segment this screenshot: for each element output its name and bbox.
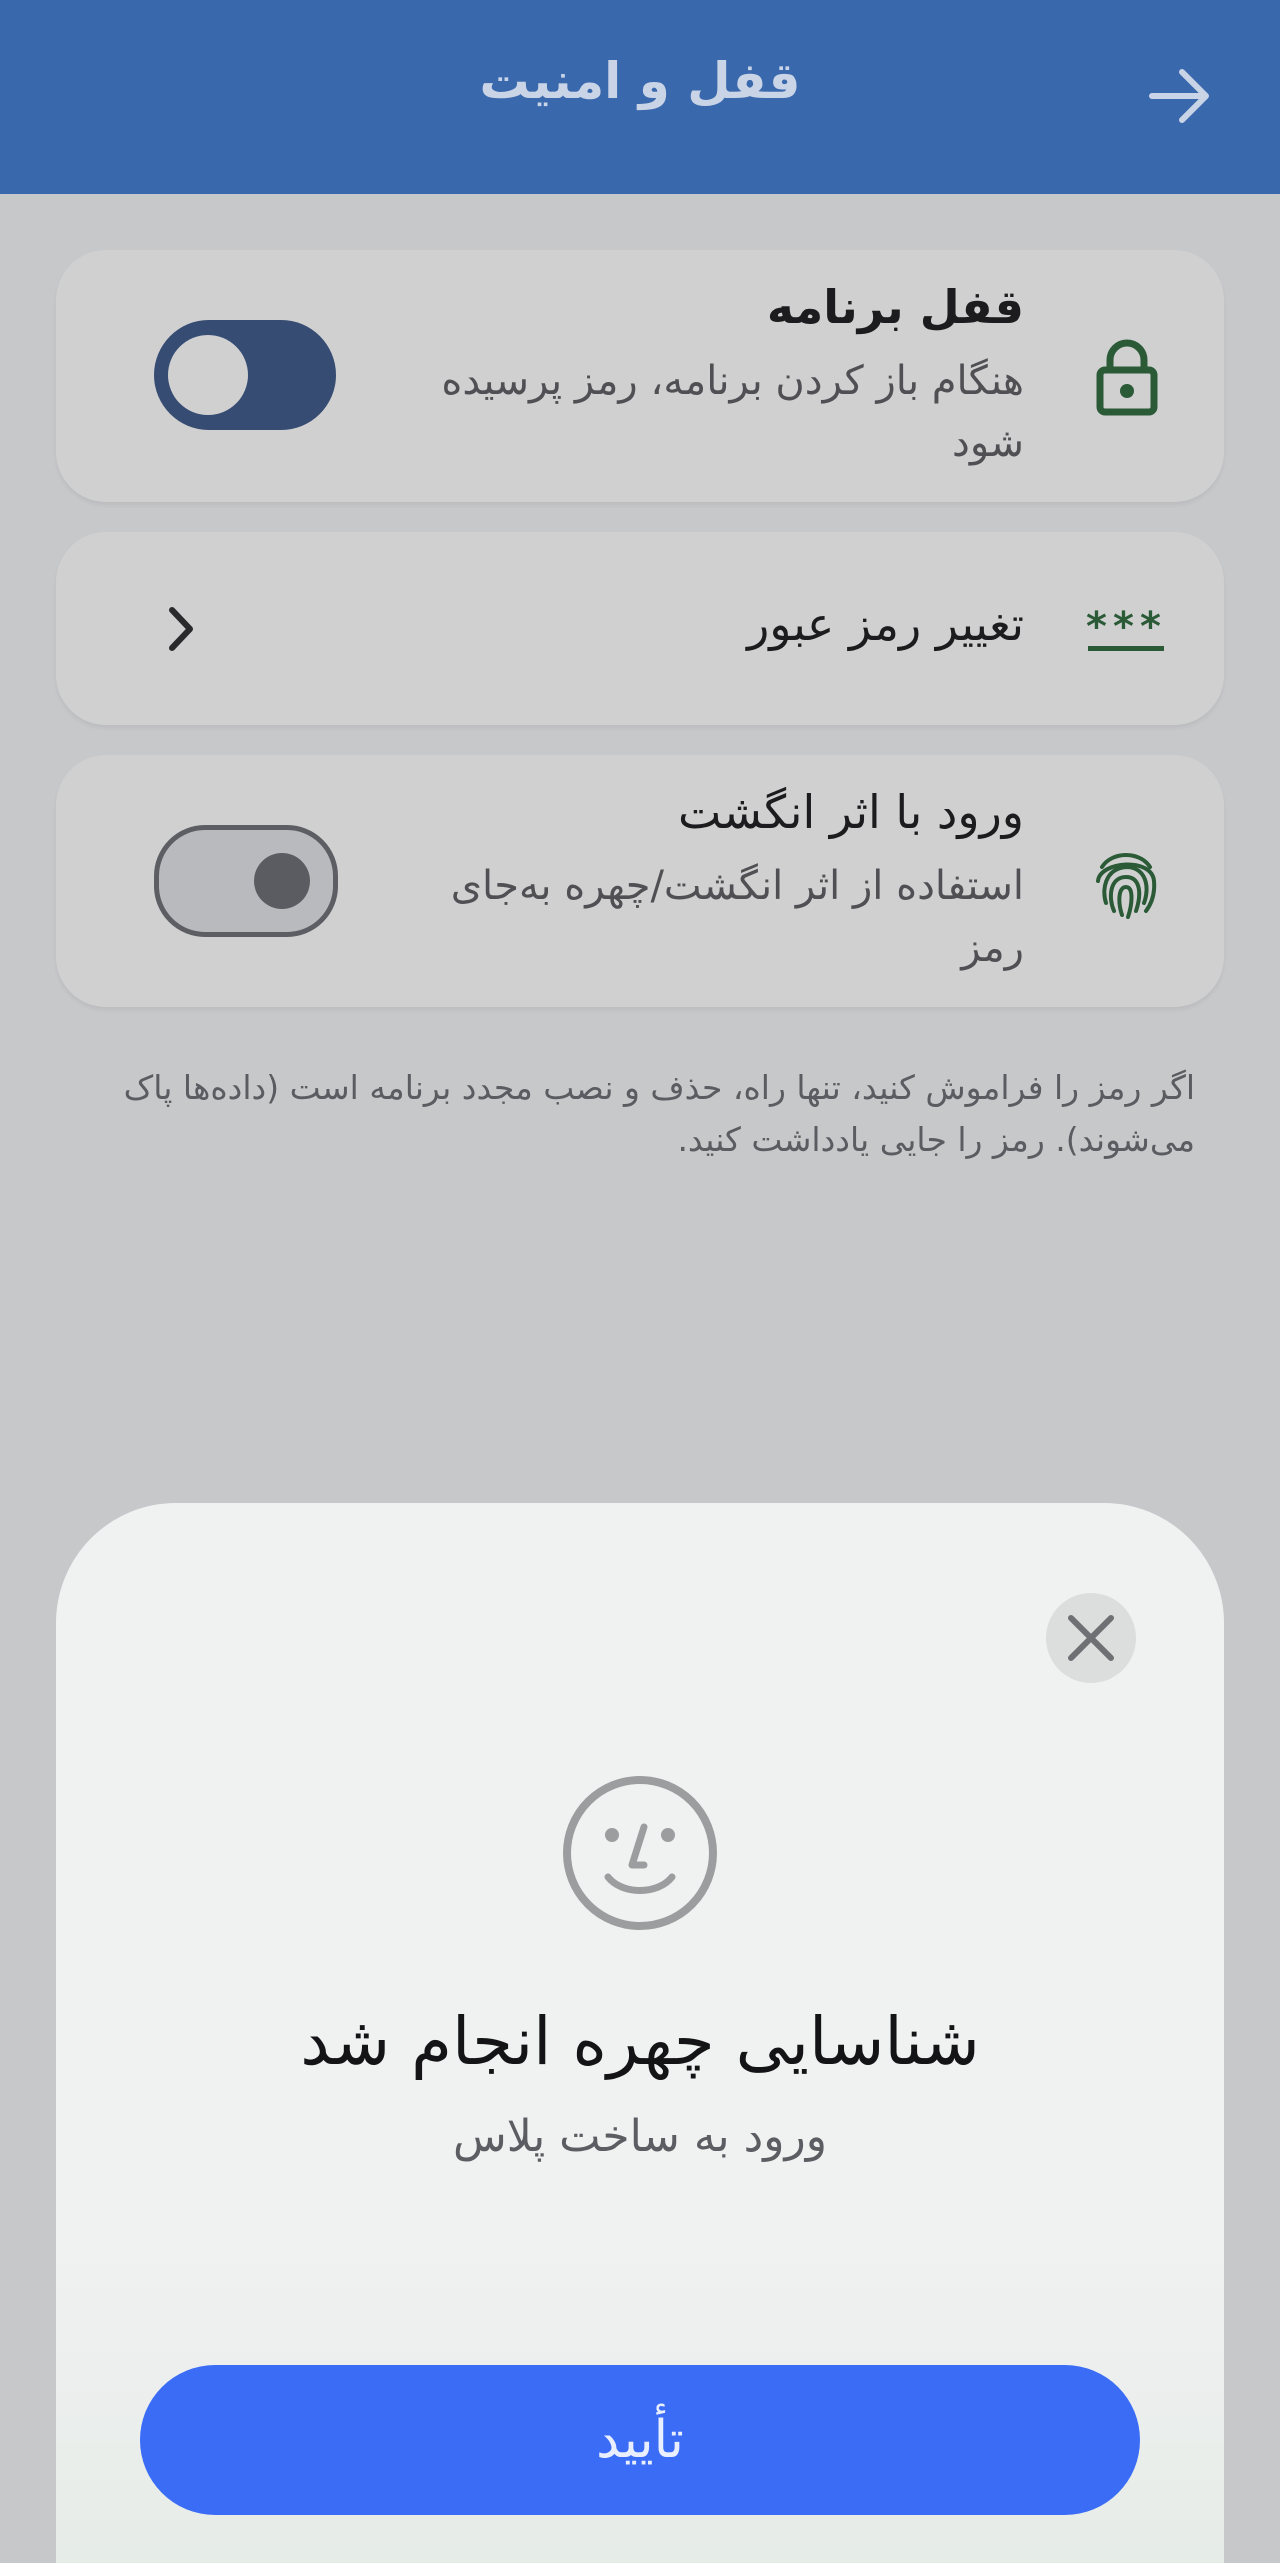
page-title: قفل و امنیت (479, 52, 801, 110)
app-lock-card[interactable]: قفل برنامه هنگام باز کردن برنامه، رمز پر… (56, 250, 1224, 502)
lock-icon (1096, 339, 1158, 416)
svg-text:*: * (1086, 604, 1107, 650)
app-lock-subtitle: هنگام باز کردن برنامه، رمز پرسیده شود (441, 358, 1024, 466)
password-warning-note: اگر رمز را فراموش کنید، تنها راه، حذف و … (123, 1068, 1195, 1159)
app-lock-toggle[interactable] (154, 320, 336, 430)
toggle-knob (168, 335, 248, 415)
sheet-title: شناسایی چهره انجام شد (300, 2003, 980, 2080)
fingerprint-title: ورود با اثر انگشت (678, 785, 1024, 839)
close-icon (1068, 1615, 1114, 1661)
fingerprint-card[interactable]: ورود با اثر انگشت استفاده از اثر انگشت/چ… (56, 755, 1224, 1007)
fingerprint-subtitle: استفاده از اثر انگشت/چهره به‌جای رمز (450, 863, 1024, 971)
face-recognition-sheet: شناسایی چهره انجام شد ورود به ساخت پلاس … (56, 1503, 1224, 2563)
svg-text:*: * (1140, 604, 1161, 650)
app-lock-title: قفل برنامه (766, 280, 1024, 334)
face-id-icon (563, 1776, 717, 1930)
change-password-title: تغییر رمز عبور (747, 597, 1024, 651)
svg-text:*: * (1113, 604, 1134, 650)
chevron-right-icon[interactable] (166, 606, 196, 652)
confirm-button[interactable]: تأیید (140, 2365, 1140, 2515)
toggle-knob (254, 853, 310, 909)
fingerprint-icon (1096, 853, 1157, 919)
app-bar: قفل و امنیت (0, 0, 1280, 194)
password-icon: * * * (1086, 604, 1164, 651)
fingerprint-toggle[interactable] (154, 825, 338, 937)
close-button[interactable] (1046, 1593, 1136, 1683)
change-password-card[interactable]: تغییر رمز عبور * * * (56, 532, 1224, 725)
arrow-right-icon[interactable] (1148, 66, 1214, 126)
sheet-subtitle: ورود به ساخت پلاس (452, 2111, 828, 2162)
